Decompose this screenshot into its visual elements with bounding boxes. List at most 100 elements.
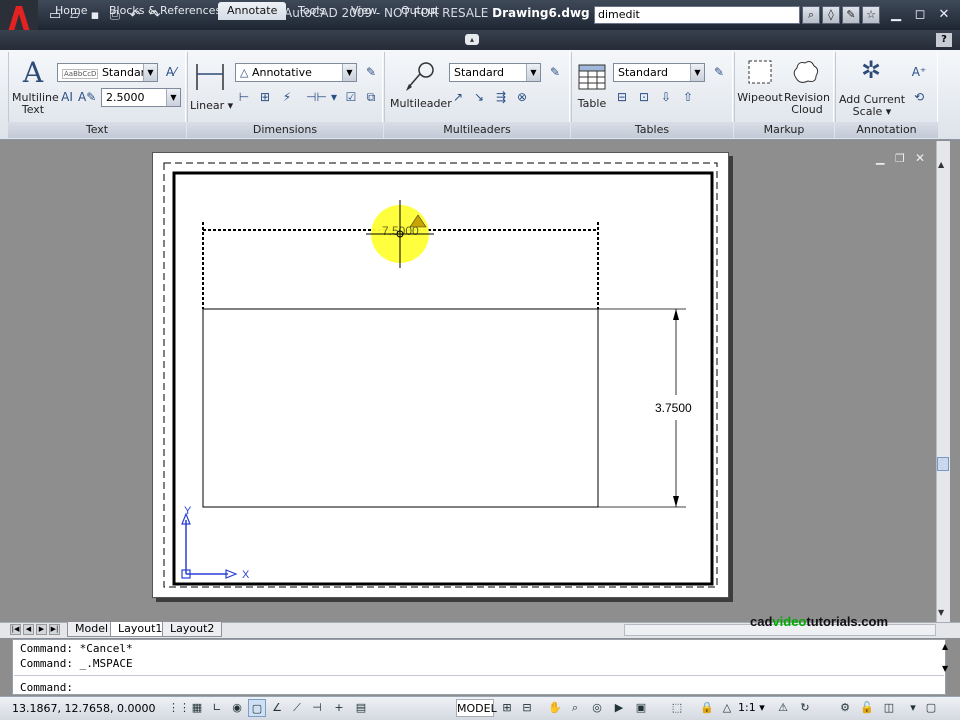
annotation-scale-dropdown[interactable]: 1:1 ▾: [738, 699, 765, 717]
find-text-icon[interactable]: A✎: [78, 88, 96, 106]
collect-leaders-icon[interactable]: ⊗: [513, 88, 531, 106]
tab-blocks-references[interactable]: Blocks & References: [100, 2, 230, 20]
tab-view[interactable]: View: [342, 2, 386, 20]
scroll-up-icon[interactable]: ▲: [938, 160, 944, 169]
linear-button[interactable]: Linear ▾: [190, 100, 233, 112]
clean-screen-icon[interactable]: ◫: [880, 699, 898, 717]
quick-properties-icon[interactable]: ▤: [352, 699, 370, 717]
wipeout-button[interactable]: Wipeout: [737, 92, 783, 104]
minimize-window-icon[interactable]: ▁: [886, 7, 906, 23]
layout-tab-layout2[interactable]: Layout2: [162, 622, 223, 637]
text-height-dropdown[interactable]: 2.5000 ▼: [101, 88, 181, 107]
search-input[interactable]: dimedit: [594, 6, 800, 24]
chevron-down-icon[interactable]: ▾: [325, 88, 343, 106]
communication-center-icon[interactable]: ◊: [822, 6, 840, 24]
annotation-visibility-icon[interactable]: ⚠: [774, 699, 792, 717]
revision-cloud-icon[interactable]: [790, 58, 820, 86]
drawing-canvas[interactable]: 3.7500 7.5000 Y X: [152, 152, 729, 598]
command-scroll-up-icon[interactable]: ▲: [942, 642, 948, 651]
continue-dimension-icon[interactable]: ⊣⊢: [306, 88, 327, 106]
first-layout-icon[interactable]: |◀: [10, 624, 21, 635]
text-style-manager-icon[interactable]: A⁄: [162, 63, 180, 81]
command-window[interactable]: [12, 639, 946, 695]
status-bar-menu-icon[interactable]: ▾: [904, 699, 922, 717]
panel-title-annotation-scaling[interactable]: Annotation Scaling: [835, 122, 938, 152]
zoom-icon[interactable]: ⌕: [566, 699, 584, 717]
wipeout-icon[interactable]: [746, 58, 774, 86]
panel-title-markup[interactable]: Markup: [734, 122, 834, 138]
auto-scale-icon[interactable]: ↻: [796, 699, 814, 717]
viewport-scale-icon[interactable]: ⬚: [668, 699, 686, 717]
maximize-viewport-icon[interactable]: ▣: [632, 699, 650, 717]
multiline-text-button[interactable]: Multiline Text: [12, 92, 59, 116]
multileader-icon[interactable]: [402, 60, 436, 94]
revision-cloud-button[interactable]: Revision Cloud: [783, 92, 831, 116]
annotation-scale-icon[interactable]: △: [718, 699, 736, 717]
ortho-mode-icon[interactable]: ∟: [208, 699, 226, 717]
vertical-scrollbar-thumb[interactable]: [937, 457, 949, 471]
panel-title-tables[interactable]: Tables: [571, 122, 733, 138]
scroll-down-icon[interactable]: ▼: [938, 608, 944, 617]
showmotion-icon[interactable]: ▶: [610, 699, 628, 717]
dimension-break-icon[interactable]: ⊞: [256, 88, 274, 106]
grid-display-icon[interactable]: ▦: [188, 699, 206, 717]
text-style-dropdown[interactable]: AaBbCcD Standard ▼: [57, 63, 158, 82]
table-icon[interactable]: [578, 64, 606, 90]
multiline-text-icon[interactable]: A: [18, 56, 48, 89]
command-scroll-down-icon[interactable]: ▼: [942, 664, 948, 673]
dimension-override-icon[interactable]: ⧉: [362, 88, 380, 106]
add-leader-icon[interactable]: ↗: [449, 88, 467, 106]
viewport-minimize-icon[interactable]: ▁: [876, 152, 884, 165]
viewport-close-icon[interactable]: ✕: [915, 151, 925, 165]
polar-tracking-icon[interactable]: ◉: [228, 699, 246, 717]
cursor-coordinates[interactable]: 13.1867, 12.7658, 0.0000: [12, 702, 155, 715]
table-style-manager-icon[interactable]: ✎: [710, 63, 728, 81]
tab-annotate[interactable]: Annotate: [218, 2, 287, 20]
linear-dimension-icon[interactable]: [193, 60, 227, 94]
help-icon[interactable]: ?: [936, 33, 952, 47]
toolbar-lock-icon[interactable]: 🔓: [858, 699, 876, 717]
previous-layout-icon[interactable]: ◀: [23, 624, 34, 635]
link-data-icon[interactable]: ⊡: [635, 88, 653, 106]
next-layout-icon[interactable]: ▶: [36, 624, 47, 635]
steering-wheel-icon[interactable]: ◎: [588, 699, 606, 717]
model-paper-toggle[interactable]: MODEL: [456, 699, 497, 717]
sync-scale-positions-icon[interactable]: ⟲: [910, 88, 928, 106]
panel-title-multileaders[interactable]: Multileaders: [384, 122, 570, 138]
vertical-scrollbar[interactable]: [936, 141, 950, 622]
lock-viewport-icon[interactable]: 🔒: [698, 699, 716, 717]
tab-output[interactable]: Output: [392, 2, 448, 20]
clean-screen-toggle-icon[interactable]: ▢: [922, 699, 940, 717]
snap-mode-icon[interactable]: ⋮⋮: [168, 699, 190, 717]
extract-data-icon[interactable]: ⊟: [613, 88, 631, 106]
lineweight-icon[interactable]: +: [330, 699, 348, 717]
remove-leader-icon[interactable]: ↘: [470, 88, 488, 106]
quick-view-layouts-icon[interactable]: ⊞: [498, 699, 516, 717]
quick-view-drawings-icon[interactable]: ⊟: [518, 699, 536, 717]
add-current-scale-icon[interactable]: ✲: [856, 56, 886, 84]
close-window-icon[interactable]: ✕: [934, 7, 954, 23]
favorites-icon[interactable]: ☆: [862, 6, 880, 24]
panel-title-dimensions[interactable]: Dimensions: [187, 122, 383, 138]
vertical-dim-text[interactable]: 3.7500: [655, 401, 692, 415]
workspace-switching-icon[interactable]: ⚙: [836, 699, 854, 717]
object-snap-icon[interactable]: ▢: [248, 699, 266, 717]
command-prompt[interactable]: Command:: [20, 681, 73, 694]
pan-icon[interactable]: ✋: [546, 699, 564, 717]
subscription-icon[interactable]: ✎: [842, 6, 860, 24]
last-layout-icon[interactable]: ▶|: [49, 624, 60, 635]
dynamic-input-icon[interactable]: ⊣: [308, 699, 326, 717]
tab-home[interactable]: Home: [46, 2, 96, 20]
ribbon-minimize-icon[interactable]: ▴: [465, 34, 479, 45]
dimension-jog-icon[interactable]: ⚡: [278, 88, 296, 106]
panel-title-text[interactable]: Text: [8, 122, 186, 138]
dimension-update-icon[interactable]: ☑: [342, 88, 360, 106]
table-style-dropdown[interactable]: Standard ▼: [613, 63, 705, 82]
layout-tab-model[interactable]: Model: [67, 622, 117, 637]
table-button[interactable]: Table: [576, 98, 608, 110]
add-delete-scales-icon[interactable]: A⁺: [910, 63, 928, 81]
align-leaders-icon[interactable]: ⇶: [492, 88, 510, 106]
multileader-button[interactable]: Multileader: [390, 98, 452, 110]
download-data-icon[interactable]: ⇩: [657, 88, 675, 106]
multileader-style-dropdown[interactable]: Standard ▼: [449, 63, 541, 82]
